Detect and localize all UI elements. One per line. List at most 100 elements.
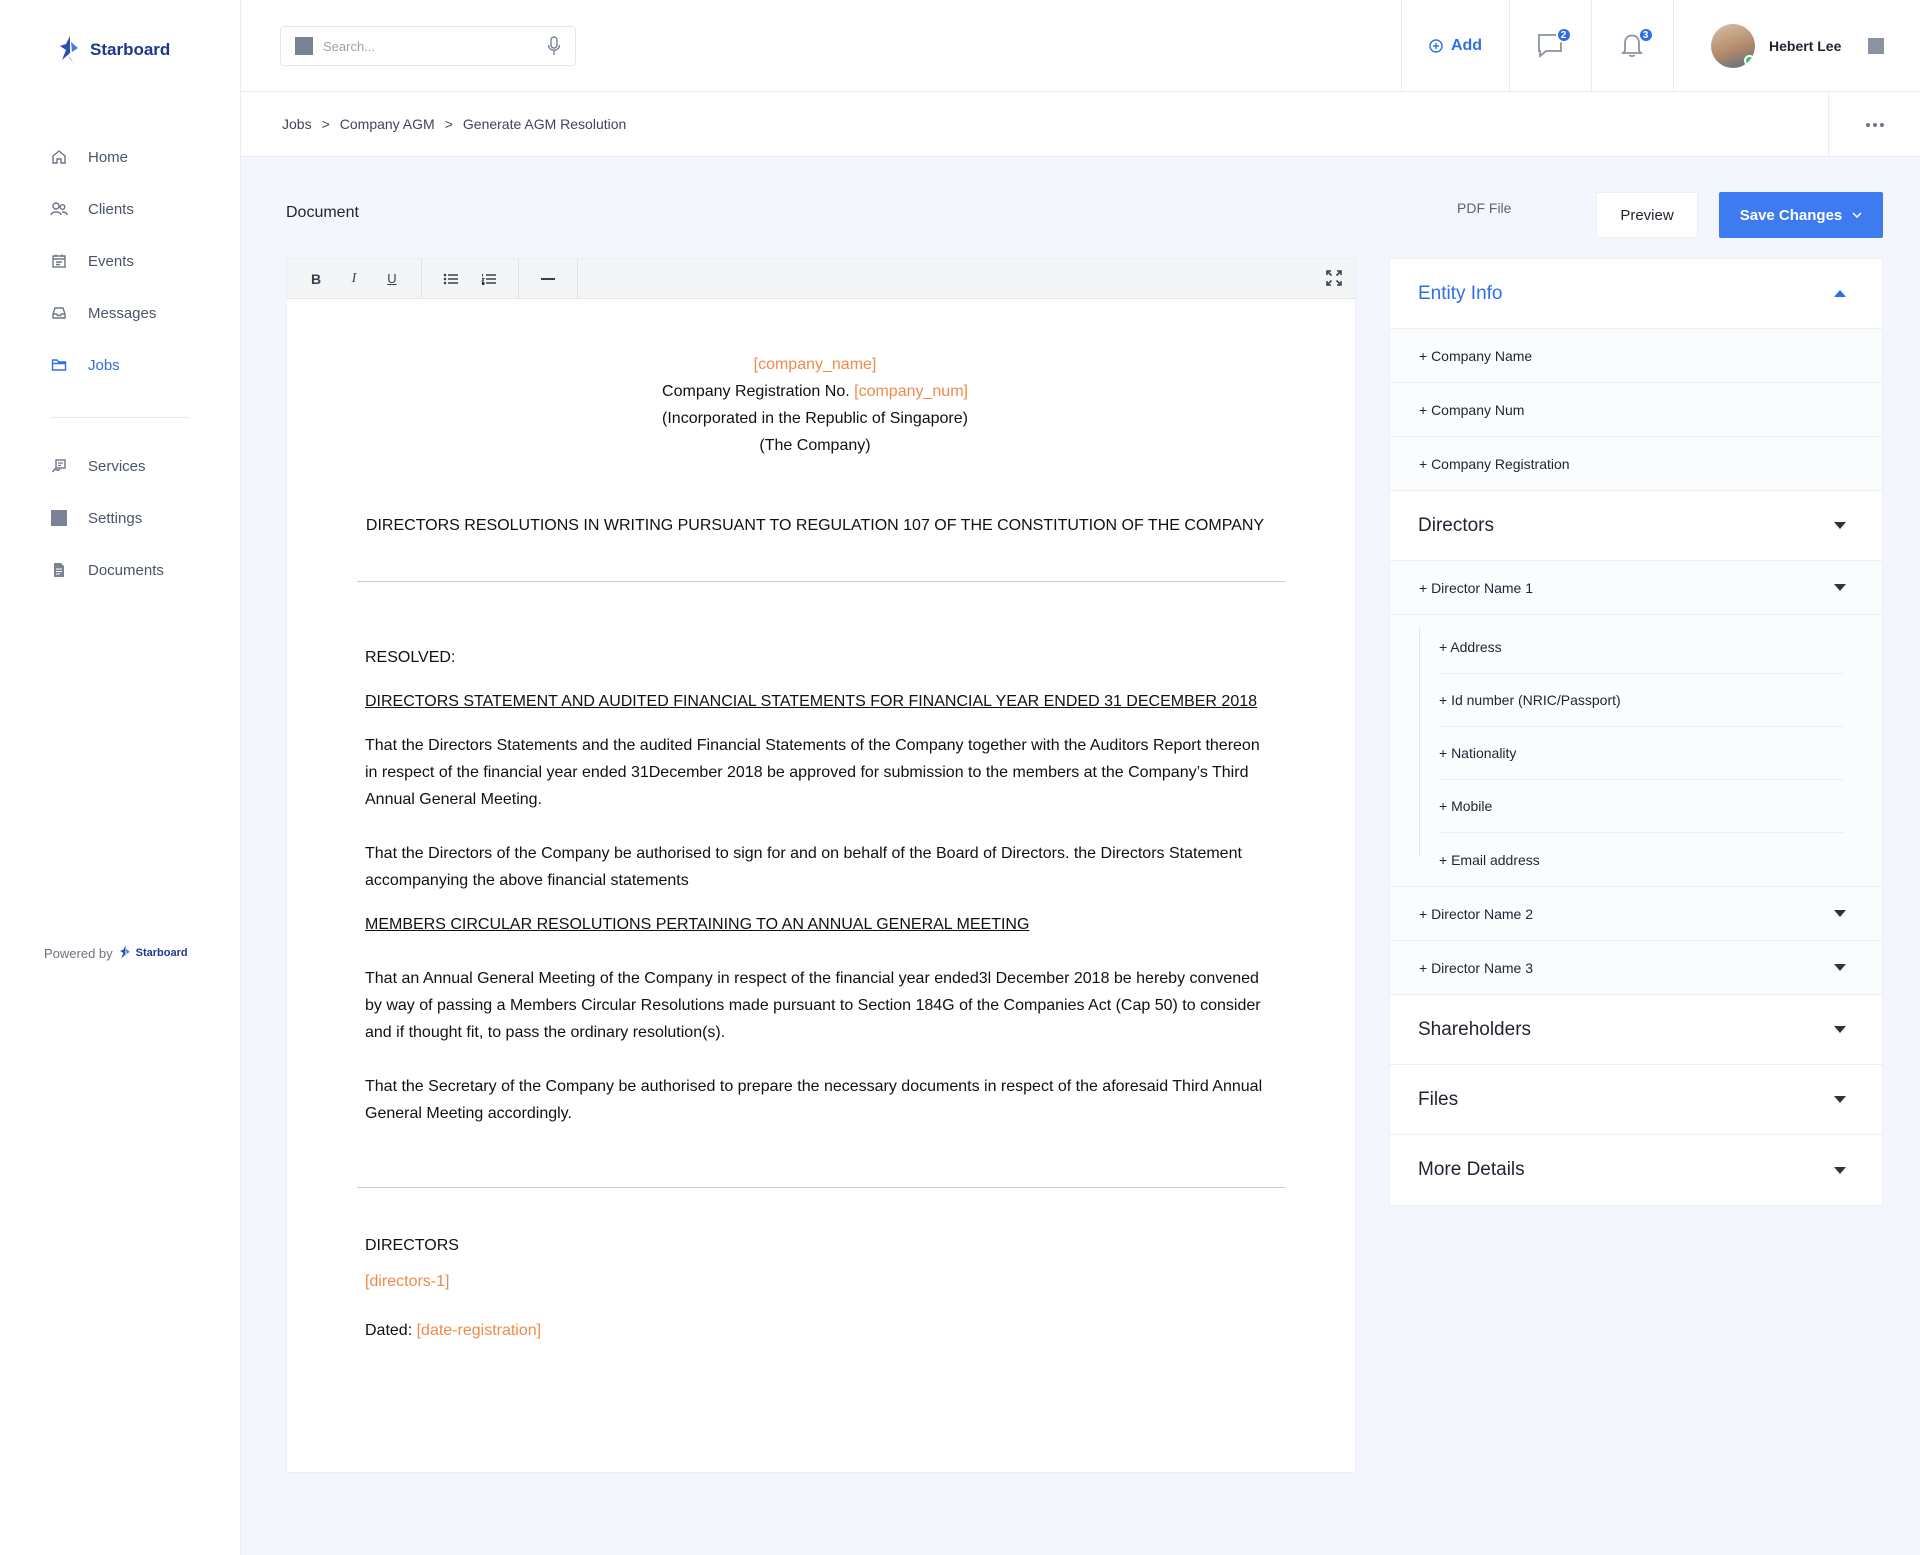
expand-icon — [1326, 270, 1342, 286]
services-icon — [50, 457, 68, 475]
caret-down-icon — [1834, 1026, 1846, 1033]
divider-group — [519, 258, 578, 299]
search-box[interactable]: Search... — [280, 26, 576, 66]
directors-title: Directors — [1418, 514, 1495, 536]
user-menu[interactable]: Hebert Lee — [1711, 24, 1841, 68]
messages-button[interactable]: 2 — [1536, 27, 1572, 61]
sidebar-item-events[interactable]: Events — [50, 235, 200, 287]
files-section[interactable]: Files — [1390, 1065, 1882, 1135]
breadcrumb-company-agm[interactable]: Company AGM — [340, 116, 435, 132]
notifications-button[interactable]: 3 — [1618, 27, 1654, 61]
dated-line: Dated: [date-registration] — [365, 1322, 542, 1339]
resolved-label: RESOLVED: — [365, 649, 456, 666]
sidebar-item-label: Events — [88, 252, 134, 270]
company-name-placeholder: [company_name] — [753, 356, 877, 373]
sidebar-divider — [50, 417, 190, 418]
breadcrumb: Jobs > Company AGM > Generate AGM Resolu… — [282, 116, 626, 132]
bold-button[interactable]: B — [297, 264, 335, 294]
underline-button[interactable]: U — [373, 264, 411, 294]
list-group — [422, 258, 519, 299]
notifications-cell: 3 — [1591, 0, 1673, 92]
numbered-list-button[interactable] — [470, 264, 508, 294]
field-company-name[interactable]: + Company Name — [1390, 329, 1882, 383]
save-changes-button[interactable]: Save Changes — [1719, 192, 1883, 238]
field-address[interactable]: + Address — [1439, 621, 1844, 674]
directors-section[interactable]: Directors — [1390, 491, 1882, 561]
field-company-registration[interactable]: + Company Registration — [1390, 437, 1882, 491]
microphone-icon[interactable] — [547, 36, 561, 56]
the-company-line: (The Company) — [759, 437, 871, 454]
breadcrumb-jobs[interactable]: Jobs — [282, 116, 312, 132]
preview-button[interactable]: Preview — [1596, 192, 1698, 238]
brand-logo[interactable]: Starboard — [58, 34, 170, 66]
entity-info-section[interactable]: Entity Info — [1390, 259, 1882, 329]
sidebar-item-documents[interactable]: Documents — [50, 544, 200, 596]
sidebar-item-label: Clients — [88, 200, 134, 218]
inbox-icon — [50, 304, 68, 322]
section-heading-agm: MEMBERS CIRCULAR RESOLUTIONS PERTAINING … — [365, 916, 1030, 933]
field-mobile[interactable]: + Mobile — [1439, 780, 1844, 833]
breadcrumb-separator: > — [444, 116, 453, 132]
plus-circle-icon — [1429, 39, 1443, 53]
search-input[interactable]: Search... — [323, 39, 547, 54]
sidebar-item-label: Home — [88, 148, 129, 166]
director-1-row[interactable]: + Director Name 1 — [1390, 561, 1882, 615]
bullet-list-icon — [443, 273, 458, 284]
chevron-down-icon — [1852, 212, 1862, 218]
field-id-number[interactable]: + Id number (NRIC/Passport) — [1439, 674, 1844, 727]
bullet-list-button[interactable] — [432, 264, 470, 294]
field-email-address[interactable]: + Email address — [1439, 833, 1844, 886]
date-registration-placeholder: [date-registration] — [416, 1322, 542, 1339]
more-details-section[interactable]: More Details — [1390, 1135, 1882, 1205]
save-changes-label: Save Changes — [1739, 206, 1843, 224]
document-editor[interactable]: B I U [company_name] Company Registratio… — [286, 258, 1356, 1473]
sidebar-item-home[interactable]: Home — [50, 131, 200, 183]
sidebar: Starboard Home Clients Events Messages J… — [0, 0, 241, 1555]
files-title: Files — [1418, 1088, 1459, 1110]
add-label: Add — [1450, 37, 1483, 54]
fullscreen-button[interactable] — [1325, 269, 1343, 292]
paragraph-4: That the Secretary of the Company be aut… — [365, 1078, 1263, 1122]
field-company-num[interactable]: + Company Num — [1390, 383, 1882, 437]
more-details-title: More Details — [1418, 1159, 1525, 1180]
shareholders-section[interactable]: Shareholders — [1390, 995, 1882, 1065]
sidebar-item-jobs[interactable]: Jobs — [50, 339, 200, 391]
directors-placeholder: [directors-1] — [365, 1273, 450, 1290]
numbered-list-icon — [481, 273, 496, 285]
section-heading-financial: DIRECTORS STATEMENT AND AUDITED FINANCIA… — [365, 693, 1258, 710]
company-num-placeholder: [company_num] — [854, 383, 968, 400]
document-title: Document — [286, 204, 359, 221]
caret-down-icon — [1834, 1166, 1846, 1174]
add-button[interactable]: Add — [1429, 37, 1482, 55]
caret-down-icon — [1834, 522, 1846, 529]
search-icon — [295, 37, 313, 55]
brand-name: Starboard — [90, 40, 171, 59]
pdf-file-link[interactable]: PDF File — [1457, 200, 1511, 216]
avatar — [1711, 24, 1755, 68]
director-1-fields: + Address + Id number (NRIC/Passport) + … — [1390, 615, 1882, 887]
caret-down-icon — [1834, 1096, 1846, 1103]
director-2-row[interactable]: + Director Name 2 — [1390, 887, 1882, 941]
sidebar-item-services[interactable]: Services — [50, 440, 200, 492]
more-dot-icon — [1879, 122, 1884, 127]
shareholders-title: Shareholders — [1418, 1018, 1532, 1040]
notifications-badge: 3 — [1637, 27, 1654, 43]
directors-label: DIRECTORS — [365, 1237, 459, 1254]
company-registration-line: Company Registration No. [company_num] — [662, 383, 968, 400]
caret-down-icon — [1834, 964, 1846, 971]
breadcrumb-separator: > — [321, 116, 330, 132]
user-menu-icon[interactable] — [1868, 38, 1884, 54]
sidebar-item-messages[interactable]: Messages — [50, 287, 200, 339]
director-3-row[interactable]: + Director Name 3 — [1390, 941, 1882, 995]
field-nationality[interactable]: + Nationality — [1439, 727, 1844, 780]
more-options-button[interactable] — [1828, 92, 1920, 157]
powered-by-label: Powered by — [44, 945, 113, 961]
sidebar-item-label: Services — [88, 457, 146, 475]
italic-button[interactable]: I — [335, 264, 373, 294]
horizontal-rule-button[interactable] — [529, 264, 567, 294]
caret-down-icon — [1834, 910, 1846, 917]
document-icon — [50, 561, 68, 579]
document-content[interactable]: [company_name] Company Registration No. … — [287, 299, 1355, 1344]
sidebar-item-clients[interactable]: Clients — [50, 183, 200, 235]
sidebar-item-settings[interactable]: Settings — [50, 492, 200, 544]
